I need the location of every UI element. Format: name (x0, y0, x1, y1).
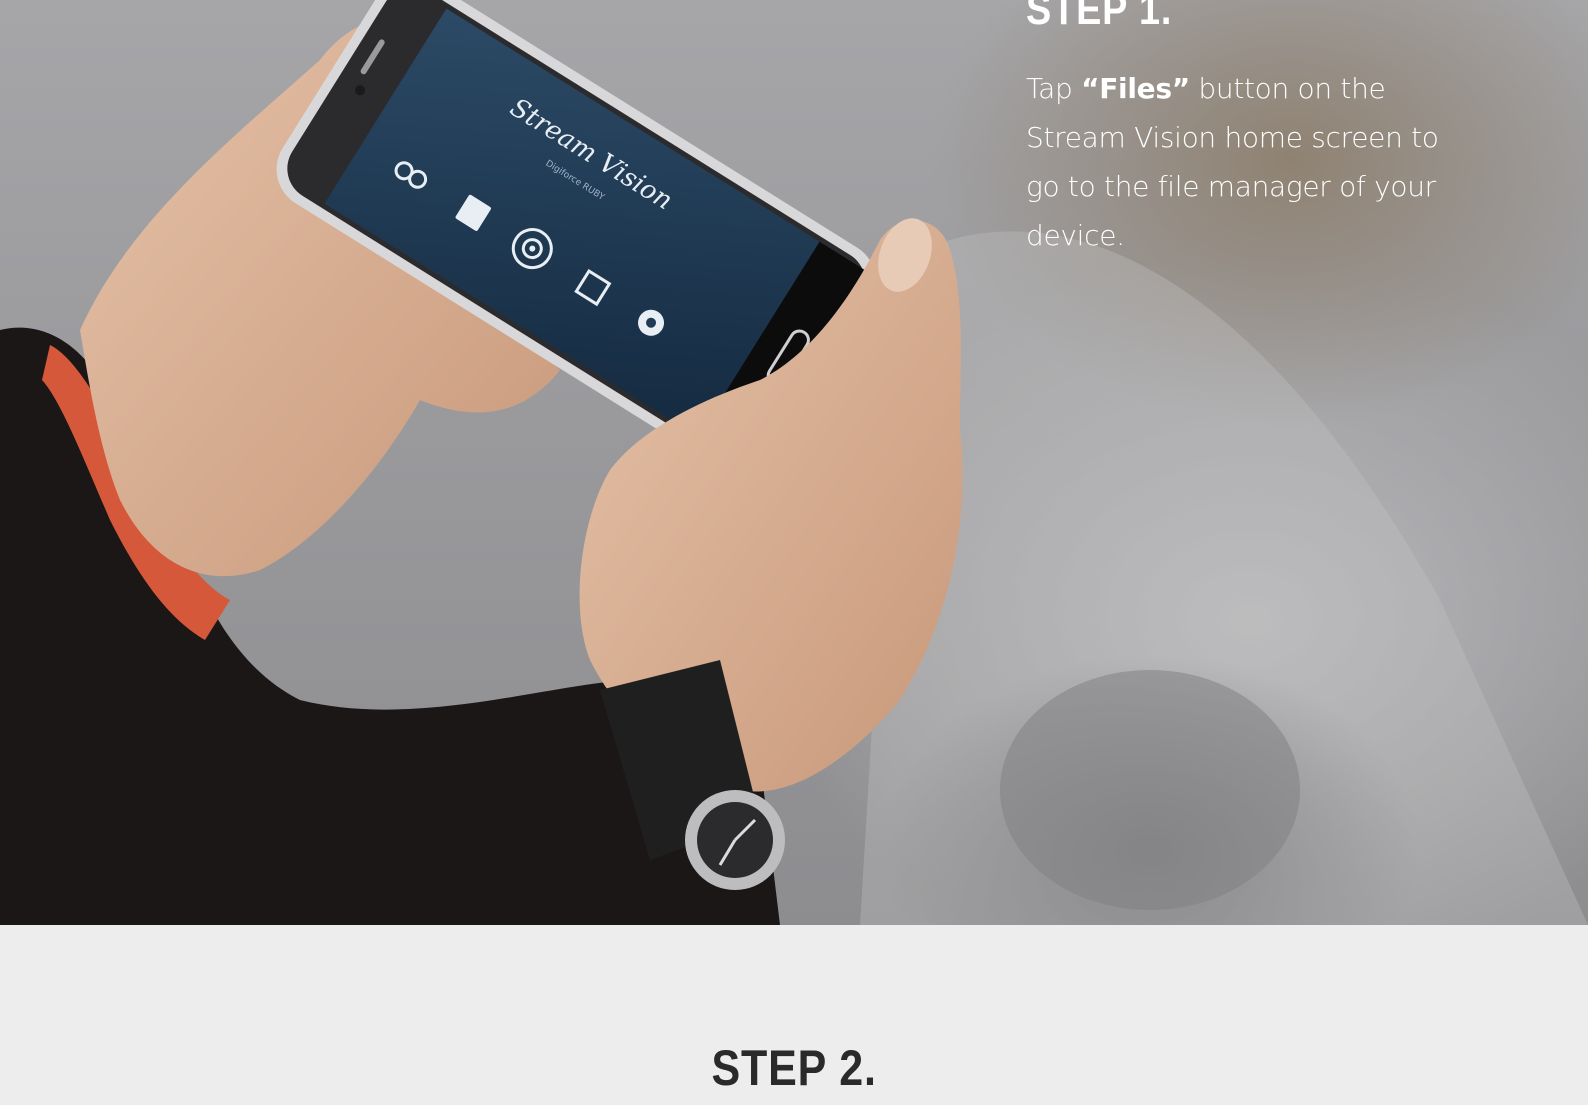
step2-section: STEP 2. (0, 925, 1588, 1105)
background-seat-shape (860, 231, 1588, 925)
page: Stream Vision Digiforce RUBY STEP 1. Tap… (0, 0, 1588, 1105)
step1-title: STEP 1. (1026, 0, 1173, 34)
step2-title: STEP 2. (711, 1040, 877, 1096)
files-button-label: “Files” (1081, 72, 1190, 105)
step1-description: Tap “Files” button on the Stream Vision … (1026, 64, 1446, 260)
step2-title-wrapper: STEP 2. (0, 1043, 1588, 1093)
step1-text-before: Tap (1026, 72, 1082, 105)
hero-section: Stream Vision Digiforce RUBY STEP 1. Tap… (0, 0, 1588, 925)
